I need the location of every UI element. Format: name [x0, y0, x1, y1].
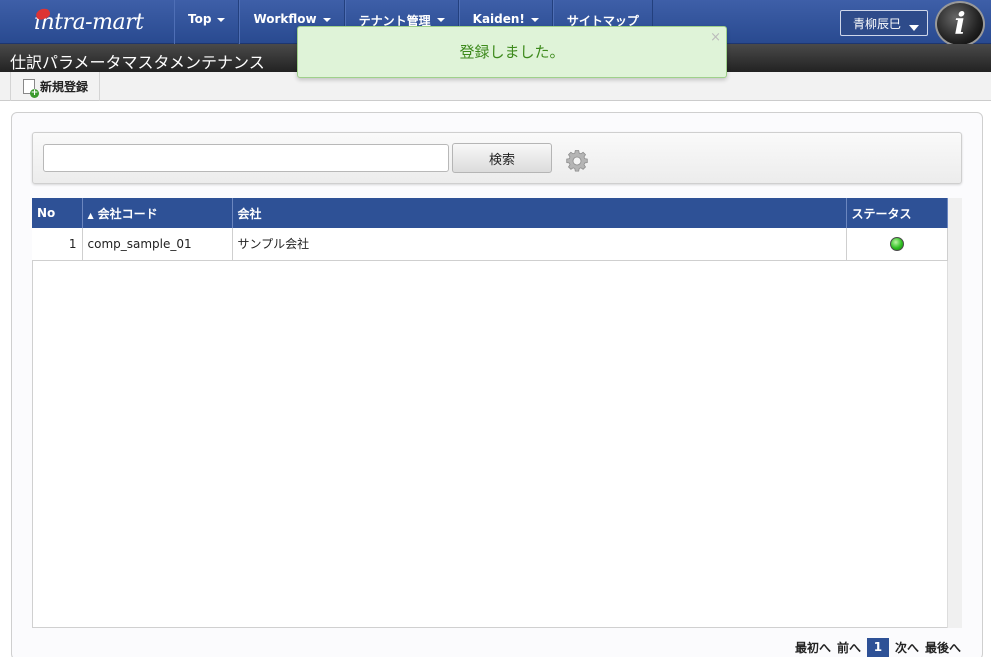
table-header-row: No ▲ 会社コード 会社 ステータス — [32, 198, 948, 228]
intra-mart-logo[interactable]: intra-mart — [0, 0, 174, 44]
success-notification: 登録しました。 × — [297, 26, 727, 78]
user-name: 青柳辰巳 — [853, 16, 902, 31]
pager-first[interactable]: 最初へ — [795, 639, 831, 656]
cell-company: サンプル会社 — [232, 228, 847, 261]
pager-last[interactable]: 最後へ — [925, 639, 961, 656]
chevron-down-icon — [436, 18, 445, 22]
new-registration-label: 新規登録 — [40, 80, 89, 94]
cell-status — [846, 228, 948, 261]
cell-company-code: comp_sample_01 — [82, 228, 233, 261]
new-document-icon — [23, 79, 39, 98]
info-icon-glyph: i — [954, 6, 966, 42]
column-company[interactable]: 会社 — [232, 198, 847, 228]
info-icon[interactable]: i — [935, 1, 985, 47]
gear-icon[interactable] — [565, 149, 589, 173]
pager-next[interactable]: 次へ — [895, 639, 919, 656]
nav-top-label: Top — [188, 12, 212, 26]
chevron-down-icon — [909, 25, 919, 31]
status-active-icon — [889, 237, 904, 251]
nav-kaiden-label: Kaiden! — [472, 12, 525, 26]
column-status[interactable]: ステータス — [846, 198, 948, 228]
chevron-down-icon — [217, 18, 226, 22]
user-menu-button[interactable]: 青柳辰巳 — [840, 10, 928, 36]
chevron-down-icon — [530, 18, 539, 22]
pager-current-page[interactable]: 1 — [866, 638, 889, 657]
page-title: 仕訳パラメータマスタメンテナンス — [10, 53, 265, 72]
new-registration-button[interactable]: 新規登録 — [10, 72, 101, 101]
grid-scrollbar[interactable] — [947, 198, 962, 628]
search-button[interactable]: 検索 — [452, 143, 552, 173]
cell-no: 1 — [32, 228, 83, 261]
column-company-code[interactable]: ▲ 会社コード — [82, 198, 233, 228]
search-input[interactable] — [43, 144, 449, 172]
result-table: No ▲ 会社コード 会社 ステータス 1 comp_sample_01 サンプル… — [32, 198, 948, 261]
column-no[interactable]: No — [32, 198, 83, 228]
pager-prev[interactable]: 前へ — [837, 639, 861, 656]
close-icon[interactable]: × — [710, 30, 721, 45]
table-row[interactable]: 1 comp_sample_01 サンプル会社 — [32, 228, 948, 261]
column-company-code-label: 会社コード — [97, 206, 158, 221]
pagination: 最初へ 前へ 1 次へ 最後へ — [795, 638, 961, 657]
sort-ascending-icon: ▲ — [87, 210, 94, 220]
nav-workflow-label: Workflow — [253, 12, 317, 26]
nav-top[interactable]: Top — [174, 0, 240, 44]
notification-message: 登録しました。 — [459, 43, 565, 61]
chevron-down-icon — [322, 18, 331, 22]
result-grid — [32, 198, 962, 628]
